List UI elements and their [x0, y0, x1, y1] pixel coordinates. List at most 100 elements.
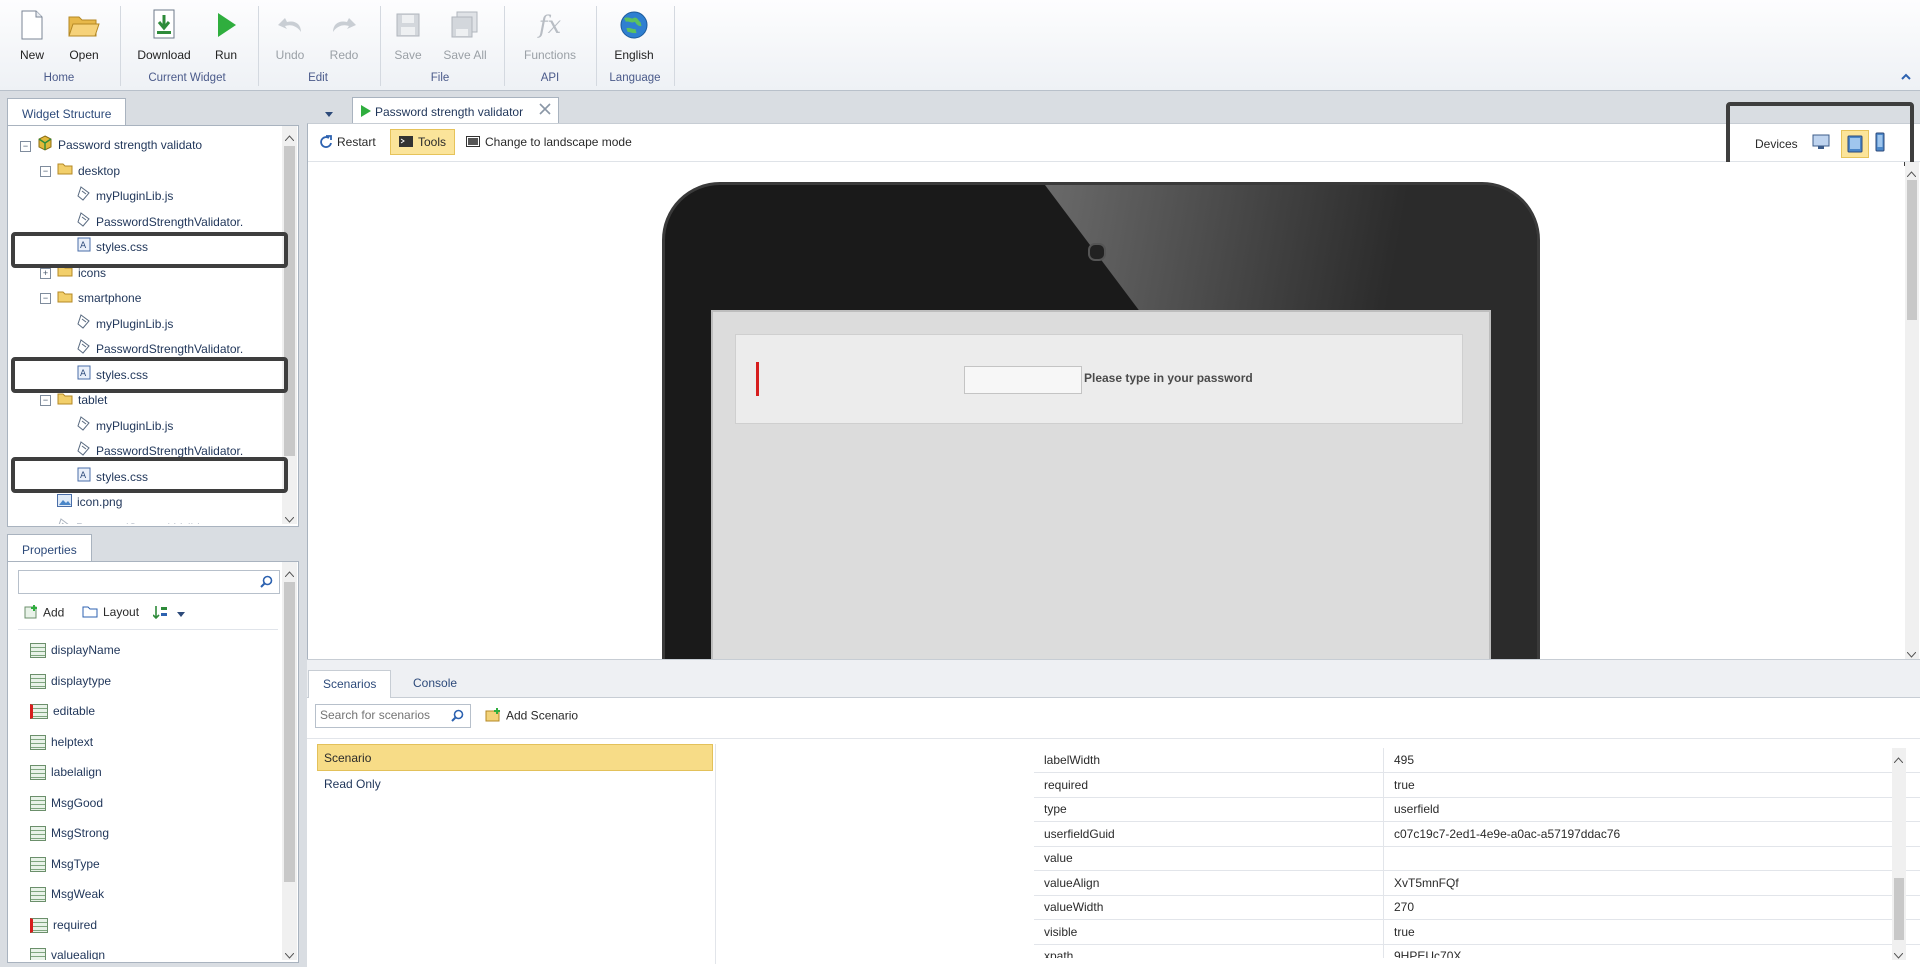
property-item[interactable]: MsgWeak [30, 879, 104, 909]
property-item[interactable]: MsgGood [30, 788, 103, 818]
properties-scroll-thumb[interactable] [284, 582, 295, 882]
password-input[interactable] [964, 366, 1082, 394]
grid-row[interactable]: type userfield [1034, 797, 1920, 822]
tab-console[interactable]: Console [399, 670, 471, 697]
grid-row[interactable]: valueWidth 270 [1034, 895, 1920, 920]
landscape-mode-button[interactable]: Change to landscape mode [466, 135, 632, 150]
save-button[interactable]: Save [390, 8, 426, 62]
restart-button[interactable]: Restart [320, 135, 376, 151]
property-item[interactable]: valuealign [30, 940, 105, 960]
close-tab-icon[interactable] [539, 103, 551, 118]
property-type-icon [30, 704, 48, 720]
tab-list-dropdown-icon[interactable] [325, 106, 333, 120]
grid-scrollbar[interactable] [1892, 748, 1906, 960]
property-item[interactable]: displaytype [30, 666, 111, 696]
tree-item-widget[interactable]: − Password strength validato [20, 135, 202, 155]
properties-scrollbar[interactable] [282, 562, 297, 960]
property-type-icon [30, 765, 46, 781]
tree-item-js[interactable]: PasswordStrengthValidator. [60, 212, 243, 232]
property-type-icon [30, 948, 46, 960]
property-item[interactable]: required [30, 910, 97, 940]
grid-row[interactable]: labelWidth 495 [1034, 748, 1920, 773]
functions-button[interactable]: fx Functions [520, 8, 580, 62]
scroll-down-arrow-icon[interactable] [1893, 948, 1904, 962]
script-file-icon [77, 416, 91, 437]
tools-toggle-button[interactable]: Tools [390, 129, 456, 155]
property-type-icon [30, 795, 46, 811]
property-label: MsgGood [51, 795, 104, 810]
properties-add-button[interactable]: Add [24, 605, 64, 622]
search-icon[interactable] [260, 575, 273, 591]
property-item[interactable]: helptext [30, 727, 93, 757]
grid-column-divider [1383, 772, 1384, 797]
grid-value[interactable]: userfield [1394, 797, 1439, 821]
tree-item-js[interactable]: PasswordStrengthValidator. [40, 518, 223, 524]
collapse-toggle-icon[interactable]: − [40, 293, 51, 305]
scroll-up-arrow-icon[interactable] [1906, 166, 1917, 180]
grid-row[interactable]: xpath 9HPEUc70X [1034, 944, 1920, 958]
property-item[interactable]: editable [30, 696, 95, 726]
new-button[interactable]: New [14, 8, 50, 62]
grid-row[interactable]: valueAlign XvT5mnFQf [1034, 870, 1920, 896]
grid-column-divider [1383, 797, 1384, 821]
collapse-toggle-icon[interactable]: − [40, 395, 51, 407]
tree-item-image[interactable]: icon.png [40, 492, 122, 512]
property-item[interactable]: MsgType [30, 849, 100, 879]
grid-value[interactable]: XvT5mnFQf [1394, 871, 1459, 895]
grid-value[interactable]: true [1394, 920, 1415, 944]
scroll-up-arrow-icon[interactable] [1893, 752, 1904, 766]
tree-item-js[interactable]: myPluginLib.js [60, 186, 173, 206]
grid-row[interactable]: value [1034, 846, 1920, 871]
camera-icon [1088, 243, 1106, 261]
tab-widget-structure[interactable]: Widget Structure [7, 98, 127, 127]
properties-search-box[interactable] [18, 570, 280, 594]
property-item[interactable]: displayName [30, 635, 120, 665]
properties-layout-button[interactable]: Layout [82, 605, 139, 621]
collapse-ribbon-icon[interactable] [1900, 70, 1912, 82]
undo-button[interactable]: Undo [270, 8, 310, 62]
preview-scrollbar[interactable] [1905, 162, 1919, 659]
grid-row[interactable]: visible true [1034, 919, 1920, 945]
collapse-toggle-icon[interactable]: − [40, 165, 51, 177]
tab-properties[interactable]: Properties [7, 534, 92, 563]
add-scenario-button[interactable]: Add Scenario [485, 708, 578, 725]
tree-item-js[interactable]: myPluginLib.js [60, 314, 173, 334]
functions-label: Functions [523, 48, 577, 62]
run-button[interactable]: Run [208, 8, 244, 62]
tab-scenarios[interactable]: Scenarios [308, 670, 392, 698]
open-button[interactable]: Open [64, 8, 104, 62]
properties-search-input[interactable] [19, 571, 257, 591]
scroll-down-arrow-icon[interactable] [284, 512, 295, 526]
grid-value[interactable]: 495 [1394, 748, 1414, 772]
preview-scroll-thumb[interactable] [1907, 180, 1917, 320]
scenario-search-box[interactable] [315, 704, 471, 728]
expand-toggle-icon[interactable]: + [40, 267, 51, 279]
property-item[interactable]: MsgStrong [30, 818, 109, 848]
search-icon[interactable] [451, 709, 464, 725]
redo-button[interactable]: Redo [324, 8, 364, 62]
sort-dropdown-button[interactable] [152, 605, 186, 622]
grid-value[interactable]: 270 [1394, 895, 1414, 919]
property-item[interactable]: labelalign [30, 757, 102, 787]
tree-item-js[interactable]: PasswordStrengthValidator. [60, 339, 243, 359]
grid-row[interactable]: required true [1034, 772, 1920, 798]
collapse-toggle-icon[interactable]: − [20, 140, 31, 152]
language-button[interactable]: English [608, 8, 660, 62]
grid-row[interactable]: userfieldGuid c07c19c7-2ed1-4e9e-a0ac-a57… [1034, 821, 1920, 847]
scroll-down-arrow-icon[interactable] [284, 948, 295, 962]
tree-item-js[interactable]: myPluginLib.js [60, 416, 173, 436]
tree-item-folder[interactable]: − tablet [40, 390, 107, 410]
scroll-up-arrow-icon[interactable] [284, 130, 295, 144]
grid-value[interactable]: true [1394, 773, 1415, 797]
grid-value[interactable]: c07c19c7-2ed1-4e9e-a0ac-a57197ddac76 [1394, 822, 1620, 846]
download-button[interactable]: Download [134, 8, 194, 62]
save-all-button[interactable]: Save All [440, 8, 490, 62]
tab-password-strength-validator[interactable]: Password strength validator [352, 97, 559, 125]
scenario-search-input[interactable] [316, 705, 449, 725]
tree-scroll-thumb[interactable] [284, 146, 295, 456]
tree-item-folder[interactable]: − smartphone [40, 288, 141, 308]
tree-item-folder[interactable]: − desktop [40, 161, 120, 181]
grid-value[interactable]: 9HPEUc70X [1394, 944, 1461, 958]
scroll-up-arrow-icon[interactable] [284, 566, 295, 580]
grid-scroll-thumb[interactable] [1894, 878, 1904, 940]
